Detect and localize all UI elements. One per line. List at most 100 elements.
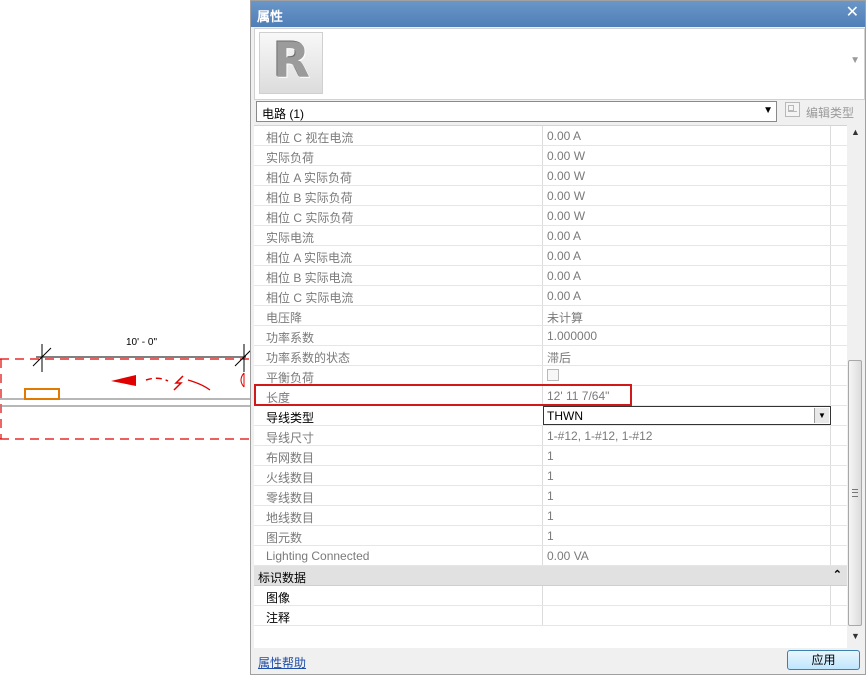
property-value: 0.00 A: [547, 269, 582, 283]
property-row[interactable]: 功率系数的状态 滞后: [254, 346, 847, 366]
properties-palette: 属性 ✕ R ▼ 电路 (1) ▼ 编辑类型 相位 C 视在电流 0.00 A …: [250, 0, 866, 675]
property-value: 0.00 W: [547, 209, 586, 223]
property-name: 地线数目: [266, 511, 315, 525]
property-value: 0.00 W: [547, 169, 586, 183]
property-row[interactable]: 实际电流 0.00 A: [254, 226, 847, 246]
property-row[interactable]: 注释: [254, 606, 847, 626]
property-name: 电压降: [266, 311, 303, 325]
property-name: 实际电流: [266, 231, 315, 245]
palette-title: 属性: [257, 9, 284, 24]
property-row[interactable]: 零线数目 1: [254, 486, 847, 506]
property-value: 1.000000: [547, 329, 598, 343]
property-name: 导线类型: [266, 411, 315, 425]
property-name: 相位 A 实际电流: [266, 251, 353, 265]
instance-filter-value: 电路 (1): [262, 107, 305, 121]
property-row[interactable]: 火线数目 1: [254, 466, 847, 486]
property-name: 长度: [266, 391, 291, 405]
grip-icon: [852, 489, 858, 497]
property-value: 1: [547, 509, 554, 523]
property-name: 功率系数: [266, 331, 315, 345]
type-selector-panel[interactable]: R ▼: [254, 28, 865, 100]
property-name: 相位 C 实际负荷: [266, 211, 354, 225]
properties-help-link[interactable]: 属性帮助: [258, 654, 306, 671]
dimension-line[interactable]: [32, 344, 250, 372]
property-row[interactable]: 相位 B 实际电流 0.00 A: [254, 266, 847, 286]
property-name: 图元数: [266, 531, 303, 545]
property-row[interactable]: 地线数目 1: [254, 506, 847, 526]
property-row[interactable]: 实际负荷 0.00 W: [254, 146, 847, 166]
edit-type-button[interactable]: 编辑类型: [783, 100, 861, 122]
wall-lines: [0, 398, 250, 407]
wire-type-value: THWN: [547, 409, 583, 423]
property-value: 0.00 A: [547, 289, 582, 303]
apply-button[interactable]: 应用: [787, 650, 860, 670]
chevron-down-icon[interactable]: ▼: [850, 55, 860, 66]
property-row[interactable]: 相位 C 实际电流 0.00 A: [254, 286, 847, 306]
property-name: 相位 B 实际电流: [266, 271, 353, 285]
dropdown-arrow-icon[interactable]: ▼: [814, 408, 829, 423]
property-name: 功率系数的状态: [266, 351, 351, 365]
property-name: 相位 C 视在电流: [266, 131, 354, 145]
instance-filter-dropdown[interactable]: 电路 (1) ▼: [256, 101, 777, 122]
property-value: 12' 11 7/64": [547, 389, 610, 403]
property-row[interactable]: 相位 C 实际负荷 0.00 W: [254, 206, 847, 226]
property-value: 1: [547, 469, 554, 483]
property-row[interactable]: 相位 A 实际电流 0.00 A: [254, 246, 847, 266]
property-row[interactable]: 图元数 1: [254, 526, 847, 546]
property-name: 相位 B 实际负荷: [266, 191, 353, 205]
edit-type-label: 编辑类型: [806, 106, 855, 120]
property-value: 0.00 A: [547, 129, 582, 143]
group-header-identity-data[interactable]: 标识数据 ⌃: [254, 566, 847, 586]
dimension-label[interactable]: 10' - 0": [126, 337, 157, 348]
property-grid-scrollbar[interactable]: ▲ ▼: [847, 125, 864, 647]
property-name: 火线数目: [266, 471, 315, 485]
edit-type-icon: [785, 102, 800, 117]
property-row[interactable]: Lighting Connected 0.00 VA: [254, 546, 847, 566]
property-row[interactable]: 相位 C 视在电流 0.00 A: [254, 126, 847, 146]
property-row[interactable]: 导线尺寸 1-#12, 1-#12, 1-#12: [254, 426, 847, 446]
scroll-up-icon[interactable]: ▲: [847, 127, 864, 141]
property-name: 注释: [266, 611, 291, 625]
property-value: 0.00 VA: [547, 549, 589, 563]
property-name: Lighting Connected: [266, 549, 370, 563]
property-row-wire-type[interactable]: 导线类型 THWN ▼: [254, 406, 847, 426]
collapse-icon[interactable]: ⌃: [833, 568, 842, 581]
property-value: 0.00 W: [547, 149, 586, 163]
property-value: 1: [547, 529, 554, 543]
revit-logo-icon: R: [273, 33, 310, 89]
property-row[interactable]: 图像: [254, 586, 847, 606]
property-row[interactable]: 相位 B 实际负荷 0.00 W: [254, 186, 847, 206]
property-name: 实际负荷: [266, 151, 315, 165]
palette-title-bar[interactable]: 属性 ✕: [251, 1, 865, 27]
property-row[interactable]: 平衡负荷: [254, 366, 847, 386]
property-name: 布网数目: [266, 451, 315, 465]
property-value: 1: [547, 449, 554, 463]
property-name: 图像: [266, 591, 291, 605]
property-row[interactable]: 电压降 未计算: [254, 306, 847, 326]
property-value: 0.00 A: [547, 229, 582, 243]
home-run-arrow[interactable]: [111, 372, 245, 391]
scrollbar-thumb[interactable]: [848, 360, 862, 626]
balanced-load-checkbox: [547, 369, 559, 381]
dropdown-arrow-icon: ▼: [763, 105, 773, 116]
type-thumbnail: R: [259, 32, 323, 94]
property-row[interactable]: 相位 A 实际负荷 0.00 W: [254, 166, 847, 186]
light-fixture[interactable]: [24, 388, 60, 400]
property-name: 零线数目: [266, 491, 315, 505]
property-name: 导线尺寸: [266, 431, 315, 445]
property-value: 0.00 W: [547, 189, 586, 203]
property-value: 1: [547, 489, 554, 503]
property-row[interactable]: 布网数目 1: [254, 446, 847, 466]
group-label: 标识数据: [258, 571, 307, 585]
property-value: 滞后: [547, 351, 572, 365]
drawing-canvas[interactable]: 10' - 0": [0, 0, 250, 677]
property-name: 相位 A 实际负荷: [266, 171, 353, 185]
scroll-down-icon[interactable]: ▼: [847, 631, 864, 645]
close-icon[interactable]: ✕: [846, 4, 859, 22]
property-value: 未计算: [547, 311, 584, 325]
property-row[interactable]: 功率系数 1.000000: [254, 326, 847, 346]
property-row-length[interactable]: 长度 12' 11 7/64": [254, 386, 847, 406]
property-name: 相位 C 实际电流: [266, 291, 354, 305]
property-value: 1-#12, 1-#12, 1-#12: [547, 429, 653, 443]
wire-type-dropdown[interactable]: THWN ▼: [543, 406, 831, 425]
